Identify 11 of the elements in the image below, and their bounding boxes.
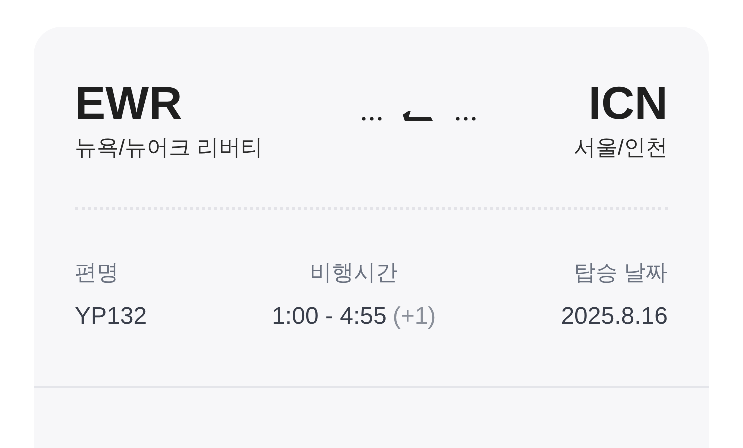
city-name: 서울/인천	[574, 134, 668, 162]
detail-label: 탑승 날짜	[574, 259, 668, 287]
detail-value: YP132	[75, 302, 148, 332]
detail-value: 1:00 - 4:55	[272, 302, 387, 332]
airport-code: EWR	[75, 77, 182, 129]
detail-value: 2025.8.16	[561, 302, 668, 332]
airport-code: ICN	[588, 77, 668, 129]
day-offset: (+1)	[392, 302, 436, 332]
detail-label: 비행시간	[310, 259, 398, 287]
city-name: 뉴욕/뉴어크 리버티	[75, 134, 264, 162]
detail-label: 편명	[75, 259, 119, 287]
